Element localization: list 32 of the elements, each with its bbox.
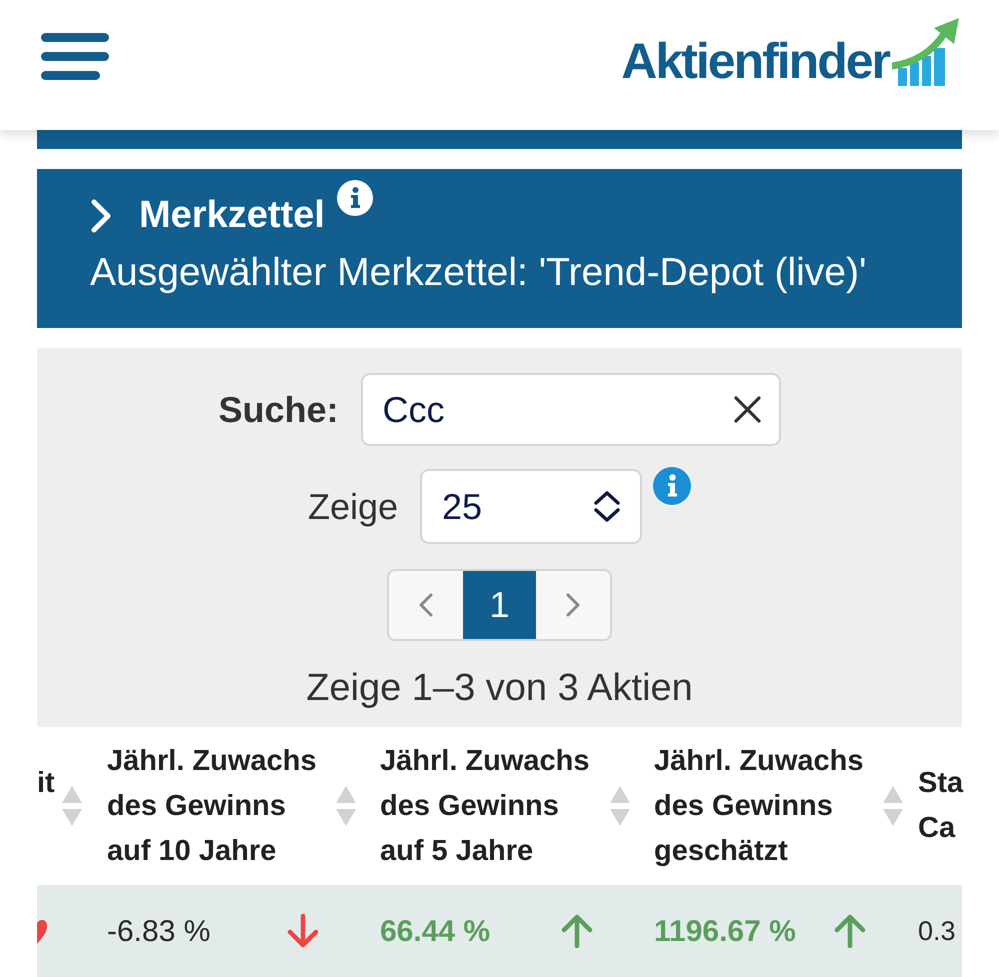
heart-icon bbox=[37, 918, 47, 944]
page-button[interactable]: 1 bbox=[463, 571, 536, 639]
table-cell-text: 66.44 % bbox=[380, 914, 490, 950]
info-icon[interactable] bbox=[653, 467, 692, 505]
sort-icon[interactable] bbox=[883, 786, 903, 826]
sort-icon[interactable] bbox=[336, 786, 356, 826]
close-icon[interactable] bbox=[734, 396, 761, 423]
page-size-select[interactable]: 25 bbox=[420, 469, 642, 544]
table-cell-text: 0.3 bbox=[918, 914, 956, 948]
menu-icon[interactable] bbox=[41, 33, 109, 80]
info-icon[interactable] bbox=[336, 180, 373, 216]
column-header[interactable]: Sta Ca bbox=[918, 761, 964, 851]
chevron-left-icon bbox=[419, 593, 433, 617]
table-cell-text: -6.83 % bbox=[107, 914, 210, 950]
chevron-right-icon[interactable] bbox=[90, 199, 112, 233]
column-header[interactable]: Jährl. Zuwachs des Gewinns auf 10 Jahre bbox=[107, 738, 317, 874]
table-cell-text: 1196.67 % bbox=[654, 914, 796, 950]
logo-link[interactable]: Aktienfinder bbox=[621, 18, 960, 88]
sort-icon[interactable] bbox=[62, 786, 82, 826]
search-field[interactable]: Ccc bbox=[360, 373, 781, 446]
panel-subtitle: Ausgewählter Merkzettel: 'Trend-Depot (live)' bbox=[90, 250, 868, 296]
search-label: Suche: bbox=[218, 388, 339, 432]
table-row[interactable]: -6.83 % 66.44 % 1196.67 % 0.3 bbox=[37, 885, 962, 977]
column-header[interactable]: Jährl. Zuwachs des Gewinns auf 5 Jahre bbox=[380, 738, 590, 874]
page-size-label: Zeige bbox=[308, 484, 398, 528]
column-header[interactable]: Jährl. Zuwachs des Gewinns geschätzt bbox=[654, 738, 864, 874]
logo-chart-icon bbox=[892, 18, 960, 88]
results-summary: Zeige 1–3 von 3 Aktien bbox=[306, 666, 693, 711]
chevron-right-icon bbox=[566, 593, 580, 617]
column-header[interactable]: it bbox=[37, 761, 55, 806]
sort-icon[interactable] bbox=[610, 786, 630, 826]
panel-title[interactable]: Merkzettel bbox=[139, 191, 325, 239]
